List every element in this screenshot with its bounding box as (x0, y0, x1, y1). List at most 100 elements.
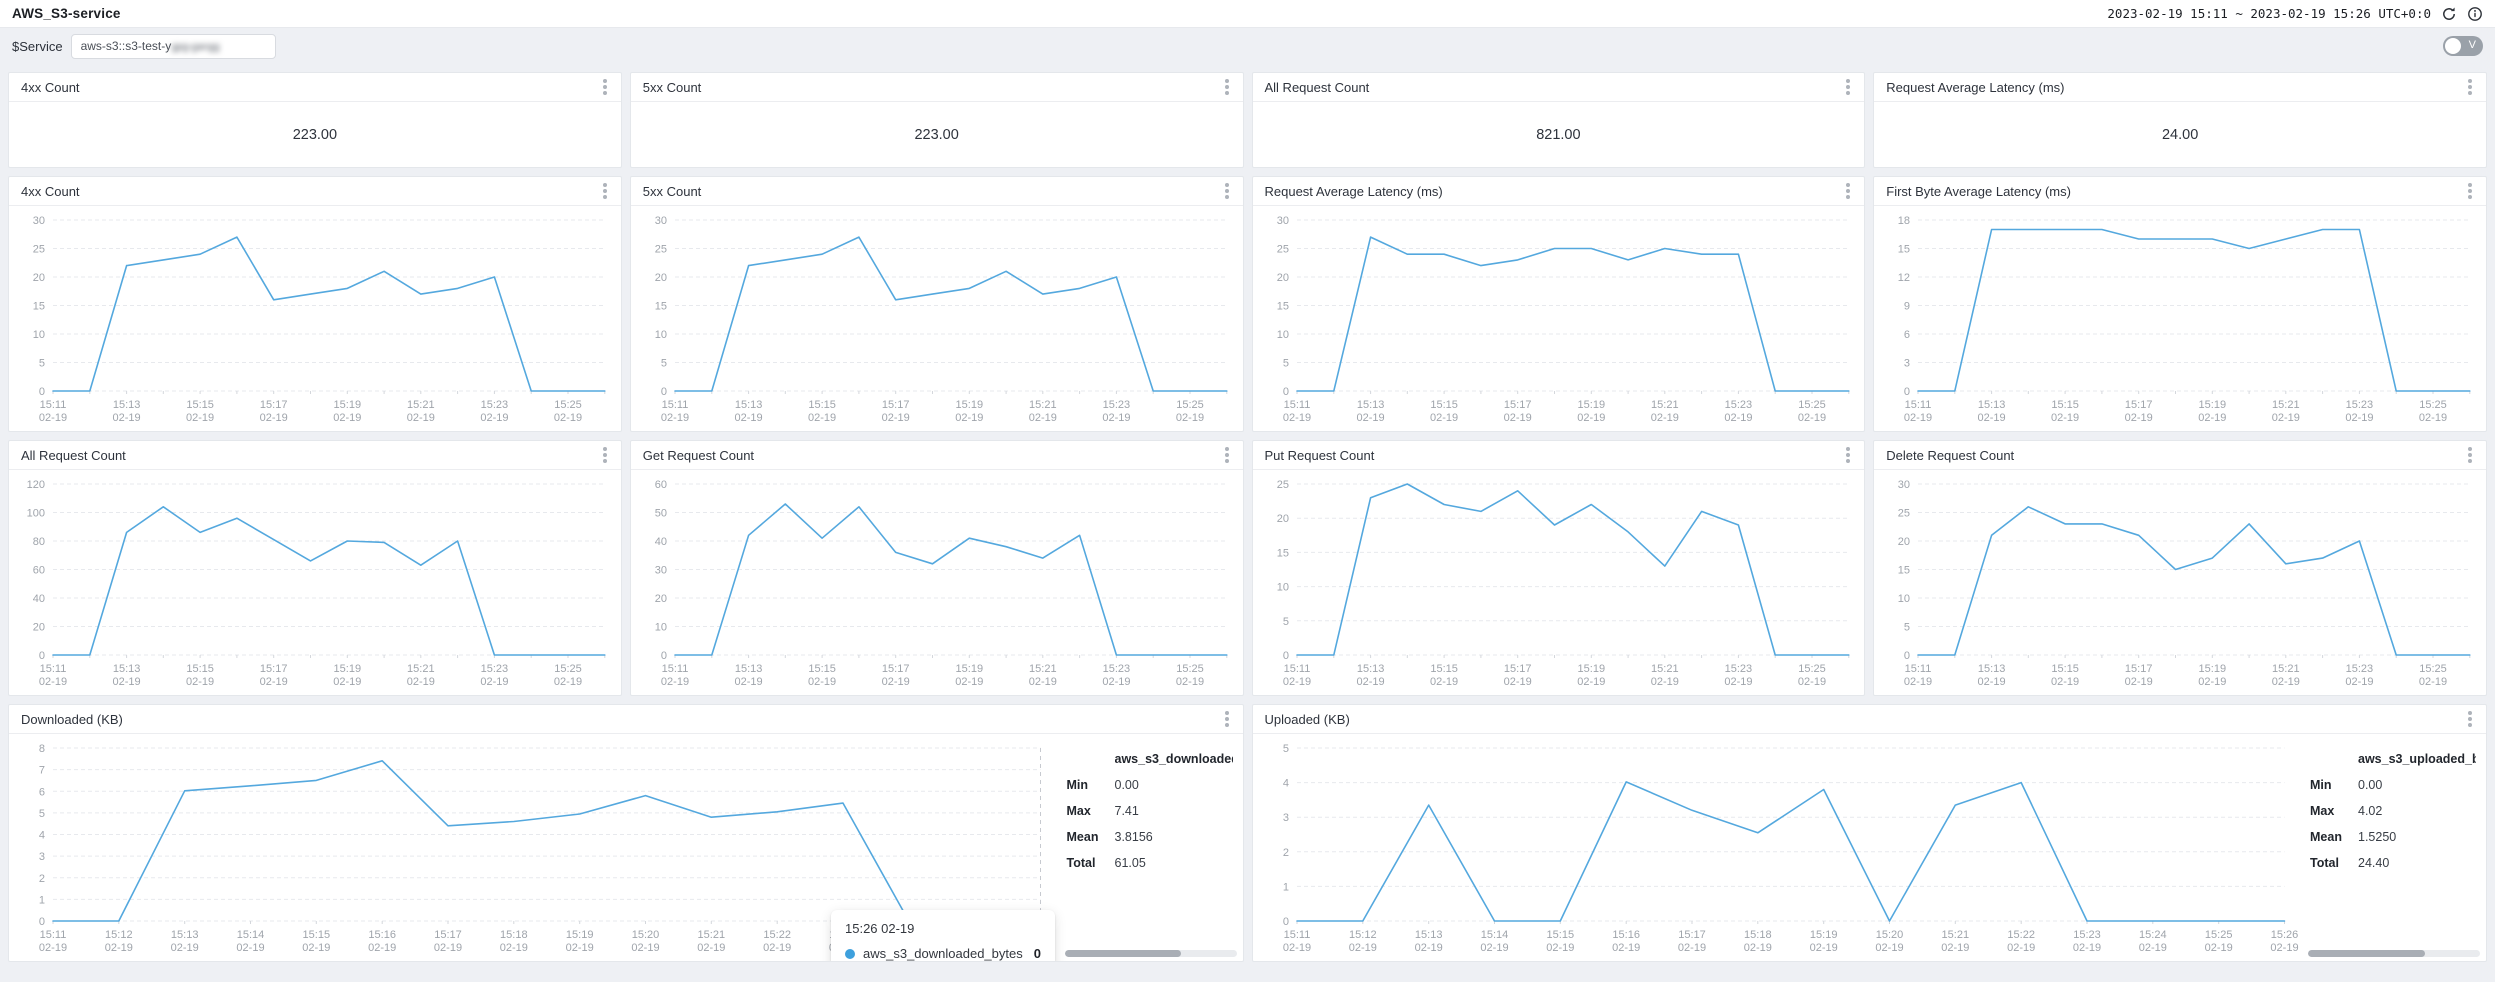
line-chart-5xx-count[interactable]: 05101520253015:1102-1915:1302-1915:1502-… (631, 206, 1243, 431)
svg-text:15:25: 15:25 (1798, 663, 1826, 675)
kebab-menu-icon[interactable] (1846, 85, 1850, 89)
panel-title: Request Average Latency (ms) (1265, 184, 1443, 199)
svg-text:02-19: 02-19 (500, 942, 528, 954)
svg-text:02-19: 02-19 (2204, 942, 2232, 954)
kebab-menu-icon[interactable] (603, 189, 607, 193)
kebab-menu-icon[interactable] (2468, 453, 2472, 457)
svg-text:02-19: 02-19 (955, 412, 983, 424)
svg-text:02-19: 02-19 (1797, 412, 1825, 424)
svg-text:02-19: 02-19 (763, 942, 791, 954)
kebab-menu-icon[interactable] (1225, 453, 1229, 457)
svg-text:15:17: 15:17 (434, 929, 462, 941)
svg-text:02-19: 02-19 (1904, 412, 1932, 424)
svg-text:15:13: 15:13 (1978, 663, 2006, 675)
time-range-picker[interactable]: 2023-02-19 15:11 ~ 2023-02-19 15:26 UTC+… (2107, 6, 2431, 21)
panel-request-avg-latency-stat: Request Average Latency (ms) 24.00 (1873, 72, 2487, 168)
svg-text:02-19: 02-19 (697, 942, 725, 954)
svg-text:0: 0 (661, 650, 667, 662)
service-input[interactable]: aws-s3::s3-test-ygpg-gangg (71, 34, 276, 59)
svg-text:15:13: 15:13 (1978, 399, 2006, 411)
kebab-menu-icon[interactable] (2468, 717, 2472, 721)
svg-text:02-19: 02-19 (1978, 412, 2006, 424)
tooltip-series-name: aws_s3_downloaded_bytes (863, 946, 1023, 961)
series-dot-icon (845, 949, 855, 959)
svg-text:02-19: 02-19 (1677, 942, 1705, 954)
svg-text:15:17: 15:17 (260, 399, 288, 411)
info-icon[interactable] (2467, 6, 2483, 22)
kebab-menu-icon[interactable] (603, 85, 607, 89)
kebab-menu-icon[interactable] (1225, 717, 1229, 721)
line-chart-get-request-count[interactable]: 010203040506015:1102-1915:1302-1915:1502… (631, 470, 1243, 695)
svg-text:10: 10 (33, 329, 45, 341)
panel-title: Uploaded (KB) (1265, 712, 1350, 727)
legend-stat-label: Max (2310, 804, 2358, 818)
svg-text:02-19: 02-19 (2007, 942, 2035, 954)
panel-title: 4xx Count (21, 80, 80, 95)
svg-text:15:12: 15:12 (105, 929, 133, 941)
legend-scrollbar[interactable] (2308, 950, 2480, 957)
svg-text:20: 20 (1276, 272, 1288, 284)
kebab-menu-icon[interactable] (1846, 453, 1850, 457)
svg-text:02-19: 02-19 (480, 412, 508, 424)
svg-text:15:25: 15:25 (1176, 399, 1204, 411)
svg-text:02-19: 02-19 (881, 676, 909, 688)
svg-text:25: 25 (33, 244, 45, 256)
tooltip-time: 15:26 02-19 (845, 921, 1041, 936)
kebab-menu-icon[interactable] (1846, 189, 1850, 193)
panel-title: All Request Count (21, 448, 126, 463)
line-chart-uploaded-kb[interactable]: 01234515:1102-1915:1202-1915:1302-1915:1… (1253, 734, 2301, 961)
svg-text:0: 0 (661, 386, 667, 398)
svg-text:0: 0 (1282, 916, 1288, 928)
svg-text:15:17: 15:17 (1503, 663, 1531, 675)
legend-stat-value: 61.05 (1115, 856, 1233, 870)
svg-text:0: 0 (1904, 386, 1910, 398)
svg-text:02-19: 02-19 (1176, 412, 1204, 424)
svg-text:9: 9 (1904, 301, 1910, 313)
svg-text:15:17: 15:17 (882, 663, 910, 675)
panel-title: Get Request Count (643, 448, 754, 463)
kebab-menu-icon[interactable] (2468, 85, 2472, 89)
svg-text:15:21: 15:21 (1029, 663, 1057, 675)
svg-text:15:13: 15:13 (171, 929, 199, 941)
panel-title: First Byte Average Latency (ms) (1886, 184, 2071, 199)
panel-put-request-count-chart: Put Request Count 051015202515:1102-1915… (1252, 440, 1866, 696)
svg-text:15:21: 15:21 (2272, 663, 2300, 675)
svg-text:02-19: 02-19 (1176, 676, 1204, 688)
legend-stat-label: Total (2310, 856, 2358, 870)
svg-text:15:15: 15:15 (2052, 663, 2080, 675)
line-chart-put-request-count[interactable]: 051015202515:1102-1915:1302-1915:1502-19… (1253, 470, 1865, 695)
svg-text:10: 10 (655, 622, 667, 634)
svg-text:02-19: 02-19 (2051, 676, 2079, 688)
legend-scrollbar[interactable] (1065, 950, 1237, 957)
svg-text:15:15: 15:15 (1546, 929, 1574, 941)
line-chart-first-byte-latency[interactable]: 036912151815:1102-1915:1302-1915:1502-19… (1874, 206, 2486, 431)
line-chart-all-request-count[interactable]: 02040608010012015:1102-1915:1302-1915:15… (9, 470, 621, 695)
toggle-knob (2445, 38, 2461, 54)
stat-value: 821.00 (1253, 102, 1865, 167)
line-chart-4xx-count[interactable]: 05101520253015:1102-1915:1302-1915:1502-… (9, 206, 621, 431)
svg-text:02-19: 02-19 (2125, 676, 2153, 688)
legend-stat-label: Mean (2310, 830, 2358, 844)
svg-text:02-19: 02-19 (113, 412, 141, 424)
variable-visibility-toggle[interactable]: V (2443, 36, 2483, 56)
svg-text:15:23: 15:23 (481, 399, 509, 411)
svg-text:15:23: 15:23 (1102, 399, 1130, 411)
kebab-menu-icon[interactable] (2468, 189, 2472, 193)
line-chart-delete-request-count[interactable]: 05101520253015:1102-1915:1302-1915:1502-… (1874, 470, 2486, 695)
kebab-menu-icon[interactable] (1225, 85, 1229, 89)
svg-text:15:19: 15:19 (566, 929, 594, 941)
refresh-icon[interactable] (2441, 6, 2457, 22)
svg-text:4: 4 (39, 830, 45, 842)
service-variable-label: $Service (12, 39, 63, 54)
svg-text:25: 25 (1276, 244, 1288, 256)
kebab-menu-icon[interactable] (603, 453, 607, 457)
svg-text:02-19: 02-19 (333, 676, 361, 688)
svg-text:15:15: 15:15 (1430, 663, 1458, 675)
svg-text:02-19: 02-19 (1503, 412, 1531, 424)
svg-text:02-19: 02-19 (260, 412, 288, 424)
svg-text:15:14: 15:14 (1480, 929, 1508, 941)
kebab-menu-icon[interactable] (1225, 189, 1229, 193)
svg-text:15:25: 15:25 (554, 663, 582, 675)
line-chart-request-avg-latency[interactable]: 05101520253015:1102-1915:1302-1915:1502-… (1253, 206, 1865, 431)
svg-text:02-19: 02-19 (105, 942, 133, 954)
